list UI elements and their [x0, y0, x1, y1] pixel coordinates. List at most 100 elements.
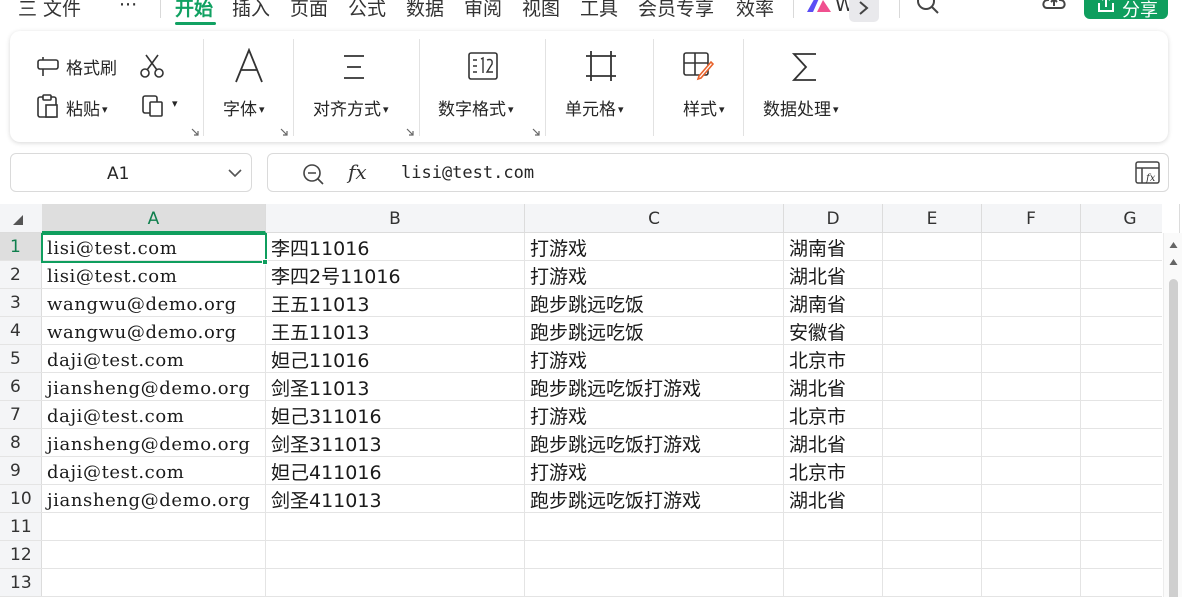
cell-a[interactable]: wangwu@demo.org [42, 289, 237, 317]
cell-d[interactable]: 湖北省 [784, 261, 846, 289]
row-header[interactable]: 5 [0, 345, 42, 373]
cell-d[interactable]: 湖北省 [784, 373, 846, 401]
menu-data[interactable]: 数据 [406, 0, 444, 21]
cell-button[interactable]: 单元格 ▾ [557, 45, 652, 125]
cell-c[interactable]: 跑步跳远吃饭打游戏 [525, 429, 701, 457]
data-processing-button[interactable]: 数据处理 ▾ [755, 45, 865, 125]
select-all-icon[interactable] [12, 214, 24, 226]
cell-b[interactable]: 李四11016 [266, 233, 369, 261]
menu-home[interactable]: 开始 [175, 0, 213, 21]
cloud-upload-icon[interactable] [1040, 0, 1068, 18]
search-icon[interactable] [915, 0, 941, 20]
menu-insert[interactable]: 插入 [232, 0, 270, 21]
number-format-button[interactable]: 数字格式 ▾ [430, 45, 540, 125]
style-button[interactable]: 样式 ▾ [665, 45, 745, 125]
column-header-c[interactable]: C [525, 204, 784, 233]
menu-formula[interactable]: 公式 [348, 0, 386, 21]
cell-a[interactable]: wangwu@demo.org [42, 317, 237, 345]
copy-button[interactable]: ▾ [140, 92, 185, 120]
cell-a[interactable]: jiansheng@demo.org [42, 373, 251, 401]
paste-button[interactable]: 粘贴 ▾ [35, 91, 125, 121]
cell-b[interactable]: 剑圣311013 [266, 429, 382, 457]
fill-handle[interactable] [262, 259, 268, 265]
vertical-scrollbar[interactable] [1163, 233, 1182, 597]
cell-c[interactable]: 打游戏 [525, 261, 587, 289]
row-header[interactable]: 11 [0, 513, 42, 541]
menu-tools[interactable]: 工具 [580, 0, 618, 21]
cell-d[interactable]: 安徽省 [784, 317, 846, 345]
cell-a[interactable]: daji@test.com [42, 401, 184, 429]
alignment-launcher-icon[interactable] [406, 128, 414, 136]
row-header[interactable]: 8 [0, 429, 42, 457]
cell-b[interactable]: 妲己411016 [266, 457, 382, 485]
function-editor-icon[interactable]: fx [1134, 160, 1162, 186]
name-box[interactable]: A1 [10, 153, 252, 192]
menu-view[interactable]: 视图 [522, 0, 560, 21]
cell-c[interactable]: 跑步跳远吃饭 [525, 289, 644, 317]
cell-d[interactable]: 湖北省 [784, 429, 846, 457]
row-header[interactable]: 2 [0, 261, 42, 289]
format-painter-button[interactable]: 格式刷 [35, 51, 135, 81]
chevron-down-icon[interactable] [228, 168, 242, 178]
menu-file[interactable]: 三 文件 [18, 0, 81, 21]
formula-bar[interactable]: fx lisi@test.com fx [267, 153, 1169, 192]
cell-c[interactable]: 打游戏 [525, 457, 587, 485]
clipboard-launcher-icon[interactable] [191, 128, 199, 136]
column-header-a[interactable]: A [42, 204, 266, 233]
insert-function-icon[interactable]: fx [348, 160, 367, 184]
menu-page[interactable]: 页面 [290, 0, 328, 21]
menu-efficiency[interactable]: 效率 [736, 0, 774, 21]
font-button[interactable]: 字体 ▾ [215, 45, 290, 125]
cell-d[interactable]: 北京市 [784, 457, 846, 485]
cell-d[interactable]: 湖北省 [784, 485, 846, 513]
column-header-b[interactable]: B [266, 204, 525, 233]
cell-a[interactable]: lisi@test.com [42, 261, 177, 289]
row-header[interactable]: 13 [0, 569, 42, 597]
row-header[interactable]: 4 [0, 317, 42, 345]
cell-b[interactable]: 妲己11016 [266, 345, 369, 373]
ai-logo-icon[interactable] [805, 0, 833, 18]
cell-b[interactable]: 剑圣411013 [266, 485, 382, 513]
column-header-d[interactable]: D [784, 204, 883, 233]
cell-c[interactable]: 跑步跳远吃饭 [525, 317, 644, 345]
row-header[interactable]: 10 [0, 485, 42, 513]
cell-c[interactable]: 打游戏 [525, 401, 587, 429]
row-header[interactable]: 1 [0, 233, 42, 261]
cell-d[interactable]: 北京市 [784, 401, 846, 429]
scroll-up-icon[interactable] [1169, 241, 1178, 249]
cell-b[interactable]: 李四2号11016 [266, 261, 401, 289]
cell-d[interactable]: 湖南省 [784, 289, 846, 317]
menu-more[interactable]: ··· [119, 0, 137, 16]
scroll-up-icon[interactable] [1169, 258, 1178, 266]
cell-a[interactable]: daji@test.com [42, 457, 184, 485]
font-launcher-icon[interactable] [280, 128, 288, 136]
cell-b[interactable]: 王五11013 [266, 289, 369, 317]
column-header-f[interactable]: F [982, 204, 1081, 233]
row-header[interactable]: 6 [0, 373, 42, 401]
formula-input[interactable]: lisi@test.com [401, 163, 534, 183]
menu-member[interactable]: 会员专享 [638, 0, 714, 21]
cell-d[interactable]: 湖南省 [784, 233, 846, 261]
alignment-button[interactable]: 对齐方式 ▾ [305, 45, 415, 125]
cell-b[interactable]: 妲己311016 [266, 401, 382, 429]
number-format-launcher-icon[interactable] [532, 128, 540, 136]
cut-icon[interactable] [138, 52, 166, 84]
cell-c[interactable]: 跑步跳远吃饭打游戏 [525, 373, 701, 401]
menu-review[interactable]: 审阅 [464, 0, 502, 21]
cell-d[interactable]: 北京市 [784, 345, 846, 373]
cell-a[interactable]: jiansheng@demo.org [42, 429, 251, 457]
menu-scroll-right[interactable] [849, 0, 879, 22]
share-button[interactable]: 分享 [1084, 0, 1168, 21]
cell-a[interactable]: jiansheng@demo.org [42, 485, 251, 513]
zoom-out-icon[interactable] [301, 162, 325, 186]
row-header[interactable]: 12 [0, 541, 42, 569]
cell-b[interactable]: 王五11013 [266, 317, 369, 345]
scrollbar-thumb[interactable] [1169, 279, 1178, 597]
row-header[interactable]: 7 [0, 401, 42, 429]
row-header[interactable]: 9 [0, 457, 42, 485]
row-header[interactable]: 3 [0, 289, 42, 317]
column-header-e[interactable]: E [883, 204, 982, 233]
cell-c[interactable]: 跑步跳远吃饭打游戏 [525, 485, 701, 513]
cell-b[interactable]: 剑圣11013 [266, 373, 369, 401]
cell-c[interactable]: 打游戏 [525, 233, 587, 261]
